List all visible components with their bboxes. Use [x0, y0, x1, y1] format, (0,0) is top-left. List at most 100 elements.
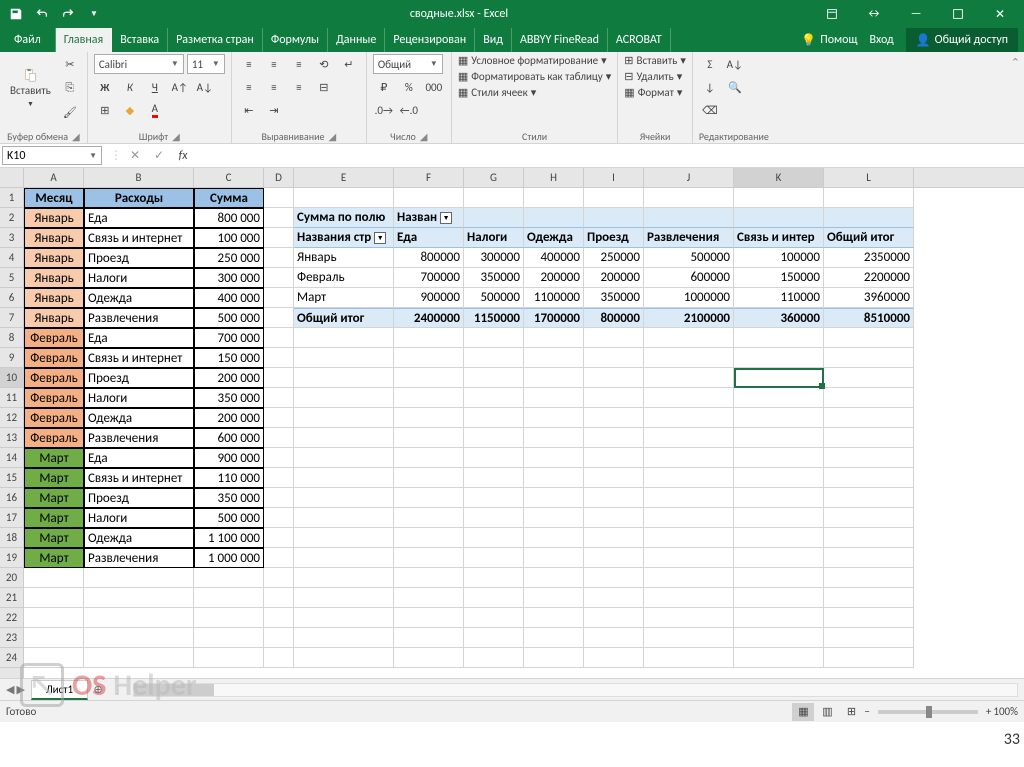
- tab-abbyy[interactable]: ABBYY FineRead: [512, 28, 608, 52]
- undo-icon[interactable]: [30, 2, 54, 26]
- underline-button[interactable]: Ч: [144, 77, 166, 97]
- cell[interactable]: Налоги: [84, 268, 194, 288]
- cell[interactable]: [524, 468, 584, 488]
- pivot-col-filter-icon[interactable]: ▼: [440, 212, 452, 224]
- cell[interactable]: [584, 448, 644, 468]
- cell[interactable]: [84, 628, 194, 648]
- cell[interactable]: [464, 488, 524, 508]
- align-middle-icon[interactable]: ≡: [263, 54, 285, 74]
- cell[interactable]: Назван▼: [394, 208, 464, 228]
- cell[interactable]: [464, 648, 524, 668]
- cell[interactable]: Связь и интер: [734, 228, 824, 248]
- cell[interactable]: [294, 448, 394, 468]
- cell[interactable]: [734, 328, 824, 348]
- cell[interactable]: [294, 188, 394, 208]
- cell[interactable]: [84, 568, 194, 588]
- cell[interactable]: Еда: [394, 228, 464, 248]
- cell[interactable]: [294, 488, 394, 508]
- cancel-formula-icon[interactable]: ✕: [124, 146, 146, 166]
- cell[interactable]: [294, 648, 394, 668]
- formula-input[interactable]: [200, 144, 1024, 167]
- cell[interactable]: [734, 468, 824, 488]
- font-color-icon[interactable]: A: [144, 100, 166, 120]
- cell[interactable]: Февраль: [24, 348, 84, 368]
- cell[interactable]: 1 100 000: [194, 528, 264, 548]
- cell[interactable]: [734, 488, 824, 508]
- cell[interactable]: [734, 628, 824, 648]
- font-size-combo[interactable]: 11▼: [187, 54, 225, 74]
- cell[interactable]: 2100000: [644, 308, 734, 328]
- cell[interactable]: [524, 548, 584, 568]
- orientation-icon[interactable]: ⟲: [313, 54, 335, 74]
- cell[interactable]: [584, 648, 644, 668]
- pivot-row-filter-icon[interactable]: ▼: [374, 232, 386, 244]
- cell[interactable]: [464, 508, 524, 528]
- cell[interactable]: [84, 608, 194, 628]
- decrease-indent-icon[interactable]: ⇤: [238, 100, 260, 120]
- enter-formula-icon[interactable]: ✓: [148, 146, 170, 166]
- cell[interactable]: [464, 448, 524, 468]
- cell[interactable]: [644, 628, 734, 648]
- cell[interactable]: Еда: [84, 448, 194, 468]
- cell[interactable]: 350000: [464, 268, 524, 288]
- align-center-icon[interactable]: ≡: [263, 77, 285, 97]
- cell-styles-button[interactable]: ▦ Стили ячеек ▾: [458, 86, 536, 99]
- cell[interactable]: Проезд: [84, 368, 194, 388]
- cell[interactable]: [734, 188, 824, 208]
- cell[interactable]: 900 000: [194, 448, 264, 468]
- cell[interactable]: [824, 328, 914, 348]
- cell[interactable]: [464, 548, 524, 568]
- cell[interactable]: [824, 188, 914, 208]
- cell[interactable]: 700000: [394, 268, 464, 288]
- cell[interactable]: Январь: [24, 288, 84, 308]
- row-header[interactable]: 5: [0, 268, 23, 288]
- cell[interactable]: 500 000: [194, 308, 264, 328]
- cell[interactable]: [644, 648, 734, 668]
- cell[interactable]: [24, 628, 84, 648]
- cell[interactable]: [824, 388, 914, 408]
- sheet-prev-icon[interactable]: ◀: [6, 683, 14, 696]
- cell[interactable]: Проезд: [584, 228, 644, 248]
- cell[interactable]: Месяц: [24, 188, 84, 208]
- cell[interactable]: [264, 228, 294, 248]
- cell[interactable]: [584, 368, 644, 388]
- cell[interactable]: [24, 568, 84, 588]
- cell[interactable]: [824, 208, 914, 228]
- cell[interactable]: Налоги: [464, 228, 524, 248]
- cell[interactable]: 600000: [644, 268, 734, 288]
- cell[interactable]: [84, 588, 194, 608]
- row-header[interactable]: 1: [0, 188, 23, 208]
- cell[interactable]: 350 000: [194, 388, 264, 408]
- cell[interactable]: [294, 388, 394, 408]
- collapse-ribbon-icon[interactable]: ⌃: [1007, 52, 1024, 143]
- row-header[interactable]: 23: [0, 628, 23, 648]
- cell[interactable]: [524, 428, 584, 448]
- cell[interactable]: 2400000: [394, 308, 464, 328]
- tab-insert[interactable]: Вставка: [112, 28, 168, 52]
- cell[interactable]: Февраль: [24, 368, 84, 388]
- cell[interactable]: [824, 468, 914, 488]
- cell[interactable]: [264, 288, 294, 308]
- cell[interactable]: [294, 568, 394, 588]
- cell[interactable]: [584, 188, 644, 208]
- cell[interactable]: Проезд: [84, 488, 194, 508]
- cell[interactable]: [644, 488, 734, 508]
- cell[interactable]: [194, 568, 264, 588]
- cell[interactable]: [824, 448, 914, 468]
- cell[interactable]: [824, 548, 914, 568]
- cell[interactable]: [584, 588, 644, 608]
- cell[interactable]: [734, 208, 824, 228]
- cell[interactable]: [464, 628, 524, 648]
- cell[interactable]: 800 000: [194, 208, 264, 228]
- col-header[interactable]: A: [24, 168, 84, 187]
- delete-cells-button[interactable]: ⊟ Удалить ▾: [624, 70, 682, 83]
- cell[interactable]: 2350000: [824, 248, 914, 268]
- font-launcher-icon[interactable]: ◢: [172, 130, 180, 143]
- cell[interactable]: 200000: [524, 268, 584, 288]
- row-header[interactable]: 7: [0, 308, 23, 328]
- cell[interactable]: Март: [24, 448, 84, 468]
- cell[interactable]: [394, 628, 464, 648]
- col-header[interactable]: H: [524, 168, 584, 187]
- format-cells-button[interactable]: ▦ Формат ▾: [624, 86, 682, 99]
- cell[interactable]: 1000000: [644, 288, 734, 308]
